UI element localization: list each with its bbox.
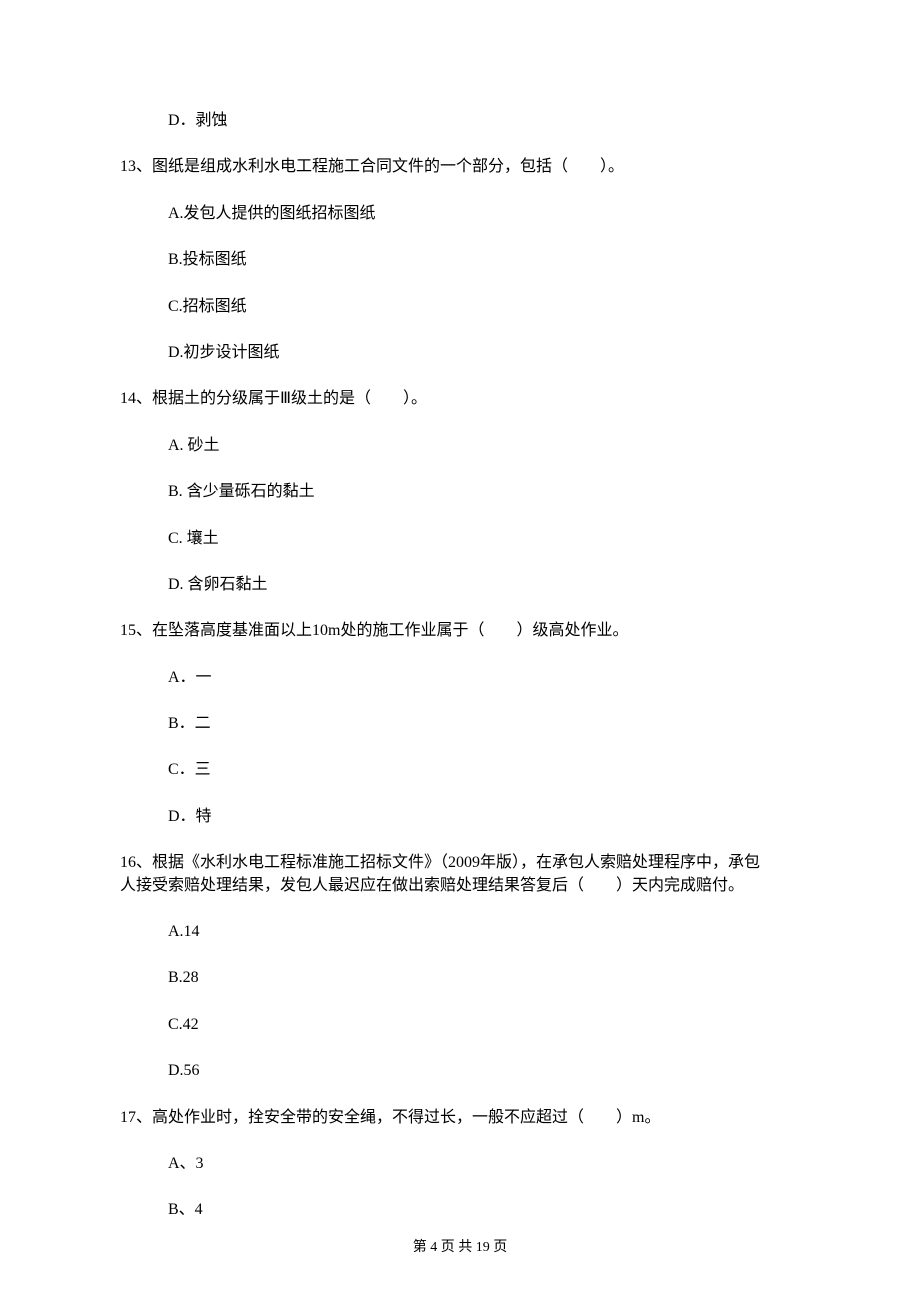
option-text: A、3 (168, 1155, 204, 1172)
page-content: D．剥蚀 13、图纸是组成水利水电工程施工合同文件的一个部分，包括（ ）。 A.… (0, 0, 920, 1222)
option-item: A．一 (120, 667, 800, 689)
option-item: A、3 (120, 1153, 800, 1175)
option-text: D．剥蚀 (168, 112, 228, 129)
option-text: B. 含少量砾石的黏土 (168, 483, 315, 500)
option-item: A. 砂土 (120, 435, 800, 457)
page-number-text: 第 4 页 共 19 页 (413, 1240, 508, 1255)
question-number: 13、 (120, 158, 152, 175)
page-footer: 第 4 页 共 19 页 (0, 1238, 920, 1258)
question-number: 17、 (120, 1109, 152, 1126)
option-text: A.14 (168, 923, 200, 940)
question-text: 高处作业时，拴安全带的安全绳，不得过长，一般不应超过（ ）m。 (152, 1109, 660, 1126)
option-item: D. 含卵石黏土 (120, 574, 800, 596)
option-text: A．一 (168, 669, 212, 686)
option-item: C.42 (120, 1014, 800, 1036)
question-line: 15、在坠落高度基准面以上10m处的施工作业属于（ ）级高处作业。 (120, 620, 800, 642)
option-text: C.招标图纸 (168, 298, 247, 315)
question-text: 在坠落高度基准面以上10m处的施工作业属于（ ）级高处作业。 (152, 622, 628, 639)
option-item: B.投标图纸 (120, 249, 800, 271)
option-text: B.28 (168, 969, 199, 986)
option-item: B．二 (120, 713, 800, 735)
question-number: 14、 (120, 390, 152, 407)
option-item: B、4 (120, 1199, 800, 1221)
question-text: 根据土的分级属于Ⅲ级土的是（ ）。 (152, 390, 427, 407)
option-text: D. 含卵石黏土 (168, 576, 268, 593)
option-item: C. 壤土 (120, 528, 800, 550)
question-line: 17、高处作业时，拴安全带的安全绳，不得过长，一般不应超过（ ）m。 (120, 1107, 800, 1129)
question-text: 图纸是组成水利水电工程施工合同文件的一个部分，包括（ ）。 (152, 158, 624, 175)
question-line: 16、根据《水利水电工程标准施工招标文件》（2009年版），在承包人索赔处理程序… (120, 852, 800, 874)
option-text: B.投标图纸 (168, 251, 247, 268)
option-item: A.14 (120, 921, 800, 943)
option-item: B.28 (120, 967, 800, 989)
option-text: C.42 (168, 1016, 199, 1033)
option-item: D.56 (120, 1060, 800, 1082)
option-item: D.初步设计图纸 (120, 342, 800, 364)
option-text: A. 砂土 (168, 437, 220, 454)
option-text: D.初步设计图纸 (168, 344, 280, 361)
option-item: C.招标图纸 (120, 296, 800, 318)
option-item: A.发包人提供的图纸招标图纸 (120, 203, 800, 225)
question-line: 14、根据土的分级属于Ⅲ级土的是（ ）。 (120, 388, 800, 410)
question-text: 根据《水利水电工程标准施工招标文件》（2009年版），在承包人索赔处理程序中，承… (152, 854, 760, 871)
option-item: C．三 (120, 759, 800, 781)
question-text-line2: 人接受索赔处理结果，发包人最迟应在做出索赔处理结果答复后（ ）天内完成赔付。 (120, 877, 744, 894)
option-text: D.56 (168, 1062, 200, 1079)
option-item: D．特 (120, 806, 800, 828)
option-text: C. 壤土 (168, 530, 219, 547)
option-text: B．二 (168, 715, 211, 732)
option-text: A.发包人提供的图纸招标图纸 (168, 205, 376, 222)
question-line-continued: 人接受索赔处理结果，发包人最迟应在做出索赔处理结果答复后（ ）天内完成赔付。 (120, 875, 800, 897)
option-text: B、4 (168, 1201, 203, 1218)
question-line: 13、图纸是组成水利水电工程施工合同文件的一个部分，包括（ ）。 (120, 156, 800, 178)
option-item: D．剥蚀 (120, 110, 800, 132)
option-text: D．特 (168, 808, 212, 825)
option-item: B. 含少量砾石的黏土 (120, 481, 800, 503)
option-text: C．三 (168, 761, 211, 778)
question-number: 15、 (120, 622, 152, 639)
question-number: 16、 (120, 854, 152, 871)
